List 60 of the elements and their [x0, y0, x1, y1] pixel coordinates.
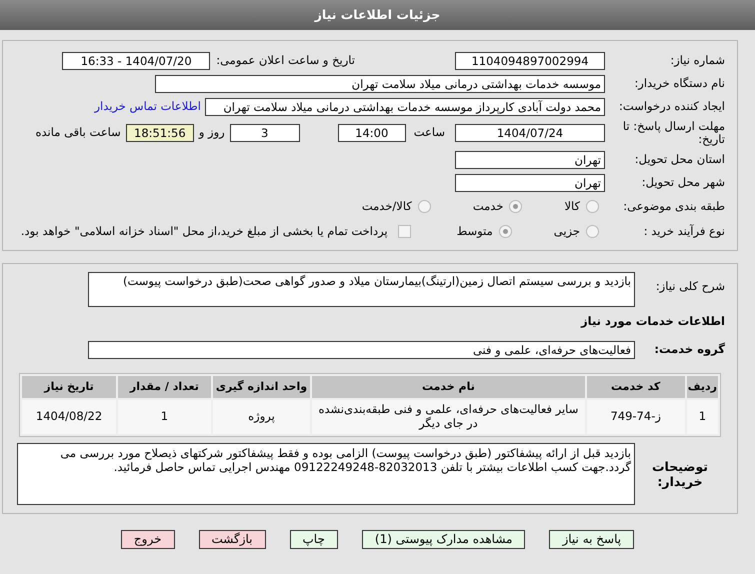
column-header: تعداد / مقدار	[118, 376, 211, 398]
need-number-field: 1104094897002994	[455, 52, 605, 70]
summary-field: بازدید و بررسی سیستم اتصال زمین(ارتینگ)بیمارستان میلاد و صدور گواهی صحت(طبق درخواست پیوست)	[88, 272, 635, 307]
radio-label: کالا	[564, 200, 580, 214]
action-button[interactable]: چاپ	[290, 530, 338, 549]
page-title: جزئیات اطلاعات نیاز	[0, 0, 755, 30]
radio-button[interactable]	[509, 200, 522, 213]
radio-button[interactable]	[498, 225, 512, 238]
field-label: تاریخ و ساعت اعلان عمومی:	[216, 54, 355, 68]
field-label: توضیحات خریدار:	[651, 459, 709, 489]
action-button[interactable]: مشاهده مدارک پیوستی (1)	[362, 530, 526, 549]
remaining-time-field: 18:51:56	[126, 124, 194, 142]
radio-button[interactable]	[586, 200, 599, 213]
contact-link[interactable]: اطلاعات تماس خریدار	[94, 100, 201, 114]
column-header: ردیف	[686, 376, 718, 398]
radio-button[interactable]	[586, 225, 599, 238]
column-header: تاریخ نیاز	[22, 376, 116, 398]
city-field: تهران	[455, 174, 605, 192]
radio-label: جزیی	[554, 224, 580, 238]
days-label: روز و	[198, 126, 225, 140]
treasury-text: پرداخت تمام یا بخشی از مبلغ خرید،از محل "اسناد خزانه اسلامی" خواهد بود.	[20, 224, 388, 238]
radio-label: متوسط	[456, 224, 493, 238]
buyer-name-field: موسسه خدمات بهداشتی درمانی میلاد سلامت تهران	[155, 74, 605, 92]
table-cell: سایر فعالیت‌های حرفه‌ای، علمی و فنی طبقه‌بندی‌نشده در جای دیگر	[312, 400, 585, 434]
field-label: نوع فرآیند خرید :	[642, 224, 726, 238]
field-label: مهلت ارسال پاسخ: تا تاریخ:	[622, 120, 726, 146]
service-group-field: فعالیت‌های حرفه‌ای، علمی و فنی	[88, 341, 635, 359]
field-label: ایجاد کننده درخواست:	[618, 100, 726, 114]
requester-field: محمد دولت آبادی کارپرداز موسسه خدمات بهداشتی درمانی میلاد سلامت تهران	[205, 98, 605, 116]
province-field: تهران	[455, 150, 605, 168]
action-button[interactable]: بازگشت	[198, 530, 266, 549]
column-header: واحد اندازه گیری	[212, 376, 310, 398]
time-label: ساعت	[414, 126, 445, 140]
field-label: نام دستگاه خریدار:	[633, 76, 726, 90]
deadline-time-field: 14:00	[338, 124, 406, 142]
section-title: اطلاعات خدمات مورد نیاز	[581, 315, 726, 329]
days-field: 3	[230, 124, 300, 142]
column-header: نام خدمت	[312, 376, 585, 398]
action-button[interactable]: پاسخ به نیاز	[549, 530, 634, 549]
deadline-date-field: 1404/07/24	[455, 124, 605, 142]
field-label: شرح کلی نیاز:	[654, 278, 726, 294]
table-cell: 1404/08/22	[22, 400, 116, 434]
notes-field: بازدید قبل از ارائه پیشفاکتور (طبق درخواست پیوست) الزامی بوده و فقط پیشفاکتور شرکتهای ذیصلاح مورد بررسی می گردد.جهت کسب اطلاعات بیشتر با تلفن 82032013-09122249248 مهندس اجرایی تماس حاصل فرمائید.	[17, 443, 635, 505]
table-cell: پروژه	[212, 400, 310, 434]
field-label: طبقه بندی موضوعی:	[622, 200, 726, 214]
announce-date-field: 1404/07/20 - 16:33	[62, 52, 210, 70]
radio-label: خدمت	[472, 200, 504, 214]
column-header: کد خدمت	[586, 376, 685, 398]
remaining-label: ساعت باقی مانده	[36, 126, 121, 140]
table-cell: ز-74-749	[586, 400, 685, 434]
field-label: شماره نیاز:	[669, 54, 726, 68]
table-cell: 1	[118, 400, 211, 434]
field-label: استان محل تحویل:	[634, 152, 726, 166]
field-label: گروه خدمت:	[653, 343, 726, 357]
field-label: شهر محل تحویل:	[640, 176, 726, 190]
action-button[interactable]: خروج	[120, 530, 174, 549]
radio-button[interactable]	[418, 200, 431, 213]
table-cell: 1	[686, 400, 718, 434]
radio-label: کالا/خدمت	[362, 200, 412, 214]
checkbox[interactable]	[398, 225, 411, 238]
